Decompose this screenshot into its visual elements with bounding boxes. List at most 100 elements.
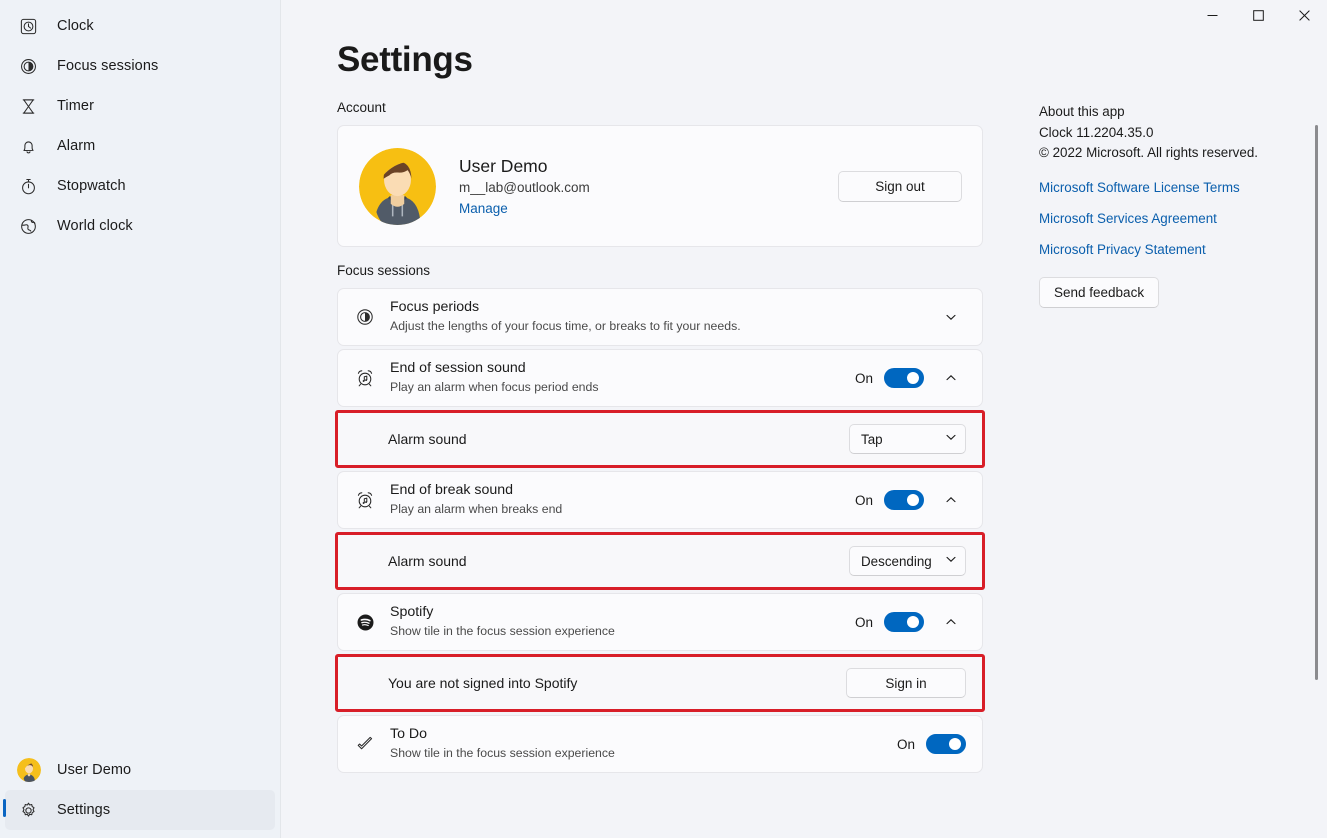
highlight-box-alarm-sound-break: Alarm sound Descending bbox=[335, 532, 985, 590]
toggle-spotify[interactable] bbox=[884, 612, 924, 632]
toggle-to-do[interactable] bbox=[926, 734, 966, 754]
chevron-down-icon bbox=[945, 430, 957, 448]
spotify-sign-in-button[interactable]: Sign in bbox=[846, 668, 966, 698]
stopwatch-icon bbox=[17, 175, 39, 197]
settings-column-left: Account bbox=[337, 100, 983, 776]
sidebar-item-user-demo[interactable]: User Demo bbox=[5, 750, 275, 790]
row-text: End of break sound Play an alarm when br… bbox=[390, 481, 855, 518]
focus-sessions-section-label: Focus sessions bbox=[337, 263, 983, 278]
bell-icon bbox=[17, 135, 39, 157]
row-subtitle: Adjust the lengths of your focus time, o… bbox=[390, 318, 924, 335]
maximize-button[interactable] bbox=[1235, 0, 1281, 33]
setting-row-end-of-session-sound[interactable]: End of session sound Play an alarm when … bbox=[337, 349, 983, 407]
sidebar-nav-list: Clock Focus sessions bbox=[0, 6, 280, 246]
alarm-sound-session-dropdown[interactable]: Tap bbox=[849, 424, 966, 454]
highlight-box-alarm-sound-session: Alarm sound Tap bbox=[335, 410, 985, 468]
sidebar-item-settings[interactable]: Settings bbox=[5, 790, 275, 830]
account-email: m__lab@outlook.com bbox=[459, 180, 838, 195]
row-subtitle: Play an alarm when focus period ends bbox=[390, 379, 855, 396]
close-icon bbox=[1299, 8, 1310, 26]
scrollbar-thumb[interactable] bbox=[1315, 125, 1318, 680]
row-text: End of session sound Play an alarm when … bbox=[390, 359, 855, 396]
sidebar-item-clock[interactable]: Clock bbox=[5, 6, 275, 46]
row-subtitle: Show tile in the focus session experienc… bbox=[390, 623, 855, 640]
avatar bbox=[359, 148, 436, 225]
link-services-agreement[interactable]: Microsoft Services Agreement bbox=[1039, 211, 1217, 226]
setting-row-to-do[interactable]: To Do Show tile in the focus session exp… bbox=[337, 715, 983, 773]
sidebar-item-timer[interactable]: Timer bbox=[5, 86, 275, 126]
focus-sessions-icon bbox=[17, 55, 39, 77]
sidebar-item-label: Clock bbox=[57, 18, 94, 34]
close-button[interactable] bbox=[1281, 0, 1327, 33]
dropdown-value: Descending bbox=[861, 554, 945, 569]
sign-out-button[interactable]: Sign out bbox=[838, 171, 962, 202]
about-panel: About this app Clock 11.2204.35.0 © 2022… bbox=[983, 100, 1327, 776]
send-feedback-button[interactable]: Send feedback bbox=[1039, 277, 1159, 308]
setting-row-focus-periods[interactable]: Focus periods Adjust the lengths of your… bbox=[337, 288, 983, 346]
sidebar-item-label: Focus sessions bbox=[57, 58, 158, 74]
sidebar-item-label: Alarm bbox=[57, 138, 95, 154]
chevron-up-icon[interactable] bbox=[936, 363, 966, 393]
todo-check-icon bbox=[352, 731, 378, 757]
account-row: User Demo m__lab@outlook.com Manage Sign… bbox=[338, 126, 982, 246]
toggle-state-label: On bbox=[855, 371, 873, 386]
clock-icon bbox=[17, 15, 39, 37]
toggle-state-label: On bbox=[855, 615, 873, 630]
sidebar-item-label: Timer bbox=[57, 98, 94, 114]
account-section-label: Account bbox=[337, 100, 983, 115]
row-text: Spotify Show tile in the focus session e… bbox=[390, 603, 855, 640]
sidebar-item-label: World clock bbox=[57, 218, 133, 234]
toggle-knob bbox=[949, 738, 961, 750]
alarm-sound-icon bbox=[352, 365, 378, 391]
setting-row-alarm-sound-session[interactable]: Alarm sound Tap bbox=[338, 413, 982, 465]
account-card: User Demo m__lab@outlook.com Manage Sign… bbox=[337, 125, 983, 247]
globe-icon bbox=[17, 215, 39, 237]
sidebar-item-label: Stopwatch bbox=[57, 178, 126, 194]
chevron-up-icon[interactable] bbox=[936, 607, 966, 637]
sidebar-item-label: Settings bbox=[57, 802, 110, 818]
link-software-license-terms[interactable]: Microsoft Software License Terms bbox=[1039, 180, 1240, 195]
row-title: End of break sound bbox=[390, 481, 855, 500]
toggle-knob bbox=[907, 372, 919, 384]
row-subtitle: Play an alarm when breaks end bbox=[390, 501, 855, 518]
minimize-icon bbox=[1207, 8, 1218, 26]
title-bar bbox=[281, 0, 1327, 34]
vertical-scrollbar[interactable] bbox=[1311, 20, 1321, 830]
page-title: Settings bbox=[337, 40, 1327, 80]
about-copyright: © 2022 Microsoft. All rights reserved. bbox=[1039, 143, 1327, 164]
row-text: Alarm sound bbox=[388, 552, 849, 571]
sidebar-item-focus-sessions[interactable]: Focus sessions bbox=[5, 46, 275, 86]
focus-periods-icon bbox=[352, 304, 378, 330]
setting-row-spotify[interactable]: Spotify Show tile in the focus session e… bbox=[337, 593, 983, 651]
sidebar-item-stopwatch[interactable]: Stopwatch bbox=[5, 166, 275, 206]
sidebar-item-alarm[interactable]: Alarm bbox=[5, 126, 275, 166]
spotify-icon bbox=[352, 609, 378, 635]
sidebar: Clock Focus sessions bbox=[0, 0, 281, 838]
account-name: User Demo bbox=[459, 156, 838, 177]
toggle-end-of-session-sound[interactable] bbox=[884, 368, 924, 388]
row-title: Focus periods bbox=[390, 298, 924, 317]
highlight-box-spotify-signin: You are not signed into Spotify Sign in bbox=[335, 654, 985, 712]
chevron-up-icon[interactable] bbox=[936, 485, 966, 515]
setting-row-alarm-sound-break[interactable]: Alarm sound Descending bbox=[338, 535, 982, 587]
spotify-signin-status: You are not signed into Spotify bbox=[388, 674, 846, 693]
toggle-end-of-break-sound[interactable] bbox=[884, 490, 924, 510]
setting-row-spotify-signin: You are not signed into Spotify Sign in bbox=[338, 657, 982, 709]
setting-row-end-of-break-sound[interactable]: End of break sound Play an alarm when br… bbox=[337, 471, 983, 529]
row-title: End of session sound bbox=[390, 359, 855, 378]
alarm-sound-break-dropdown[interactable]: Descending bbox=[849, 546, 966, 576]
manage-account-link[interactable]: Manage bbox=[459, 201, 838, 216]
row-title: To Do bbox=[390, 725, 897, 744]
chevron-down-icon[interactable] bbox=[936, 302, 966, 332]
toggle-state-label: On bbox=[897, 737, 915, 752]
settings-content: Settings Account bbox=[281, 0, 1327, 838]
minimize-button[interactable] bbox=[1189, 0, 1235, 33]
toggle-knob bbox=[907, 494, 919, 506]
toggle-knob bbox=[907, 616, 919, 628]
sidebar-bottom: User Demo Settings bbox=[0, 750, 280, 838]
sidebar-item-label: User Demo bbox=[57, 762, 131, 778]
row-text: Alarm sound bbox=[388, 430, 849, 449]
sidebar-item-world-clock[interactable]: World clock bbox=[5, 206, 275, 246]
settings-columns: Account bbox=[281, 100, 1327, 776]
link-privacy-statement[interactable]: Microsoft Privacy Statement bbox=[1039, 242, 1206, 257]
